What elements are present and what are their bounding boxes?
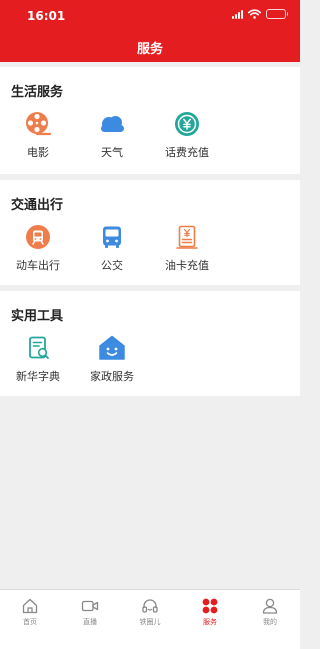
tab-profile[interactable]: 我的 (240, 590, 300, 649)
service-item-weather[interactable]: 天气 (82, 110, 142, 160)
section-transport: 交通出行 动车出行 公交 油卡充值 (0, 180, 300, 285)
services-dots-icon (202, 598, 218, 614)
fuel-card-icon (176, 225, 198, 249)
tab-label: 我的 (263, 618, 277, 626)
film-reel-icon (26, 112, 52, 136)
section-life-services: 生活服务 电影 天气 话费充值 (0, 67, 300, 174)
tab-home[interactable]: 首页 (0, 590, 60, 649)
service-item-fuel-card[interactable]: 油卡充值 (157, 223, 217, 273)
service-item-bus[interactable]: 公交 (82, 223, 142, 273)
tab-label: 铁圈儿 (139, 618, 161, 626)
tab-live[interactable]: 直播 (60, 590, 120, 649)
service-item-label: 家政服务 (90, 370, 134, 383)
service-item-housekeeping[interactable]: 家政服务 (82, 334, 142, 384)
service-item-movie[interactable]: 电影 (8, 110, 68, 160)
section-title: 生活服务 (11, 85, 64, 100)
yuan-coin-icon (175, 112, 199, 136)
service-item-dictionary[interactable]: 新华字典 (8, 334, 68, 384)
page-title: 服务 (136, 42, 163, 57)
tab-community[interactable]: 铁圈儿 (120, 590, 180, 649)
dictionary-icon (29, 336, 49, 359)
tab-label: 首页 (23, 618, 37, 626)
service-item-label: 天气 (101, 146, 123, 159)
headset-icon (142, 599, 158, 613)
section-title: 实用工具 (11, 309, 64, 324)
service-item-train[interactable]: 动车出行 (8, 223, 68, 273)
service-item-label: 电影 (27, 146, 49, 159)
tab-label: 直播 (83, 618, 97, 626)
section-title: 交通出行 (11, 198, 64, 213)
video-camera-icon (81, 600, 99, 612)
status-time: 16:01 (27, 9, 66, 23)
service-item-label: 公交 (101, 259, 123, 272)
house-smile-icon (99, 335, 125, 360)
service-item-label: 油卡充值 (165, 259, 209, 272)
service-item-label: 动车出行 (16, 259, 60, 272)
service-item-label: 话费充值 (165, 146, 209, 159)
train-icon (26, 225, 50, 249)
status-icons (232, 9, 288, 19)
cloud-icon (101, 116, 124, 132)
signal-icon (232, 9, 243, 19)
tab-services[interactable]: 服务 (180, 590, 240, 649)
home-icon (22, 598, 38, 614)
service-item-label: 新华字典 (16, 370, 60, 383)
tab-label: 服务 (203, 618, 217, 626)
battery-icon (266, 9, 288, 19)
header-bar: 16:01 服务 (0, 0, 300, 62)
service-item-phone-topup[interactable]: 话费充值 (157, 110, 217, 160)
bus-icon (103, 226, 121, 248)
bottom-tab-bar: 首页 直播 铁圈儿 服务 我的 (0, 589, 300, 649)
wifi-icon (248, 9, 261, 19)
user-icon (262, 598, 278, 614)
section-tools: 实用工具 新华字典 家政服务 (0, 291, 300, 396)
